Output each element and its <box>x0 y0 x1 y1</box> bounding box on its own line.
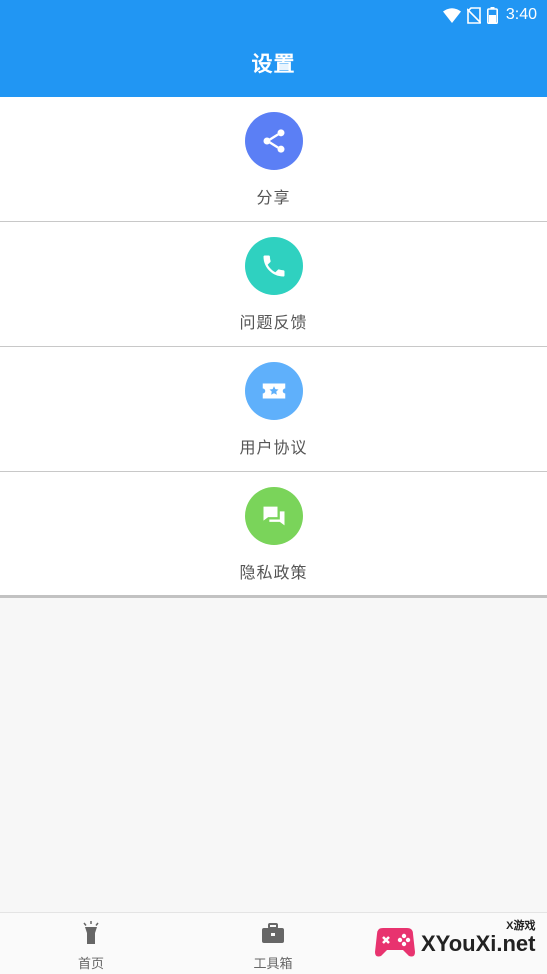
menu-item-user-agreement[interactable]: 用户协议 <box>0 347 547 472</box>
tab-toolbox[interactable]: 工具箱 <box>182 913 364 974</box>
app-bar: 3:40 设置 <box>0 0 547 97</box>
phone-icon <box>244 237 303 295</box>
wifi-icon <box>442 7 461 23</box>
tab-label: 工具箱 <box>253 957 293 972</box>
watermark-subtext: X游戏 <box>506 920 536 932</box>
no-sim-icon <box>466 6 481 24</box>
chat-icon <box>244 487 303 545</box>
watermark-text: XYouXi.net X游戏 <box>421 920 536 957</box>
share-icon <box>244 112 303 170</box>
menu-item-feedback[interactable]: 问题反馈 <box>0 222 547 347</box>
menu-item-share[interactable]: 分享 <box>0 97 547 222</box>
status-time: 3:40 <box>505 6 537 23</box>
watermark: XYouXi.net X游戏 <box>373 916 541 972</box>
menu-item-label: 用户协议 <box>239 438 308 457</box>
menu-item-label: 分享 <box>256 188 291 207</box>
menu-item-privacy-policy[interactable]: 隐私政策 <box>0 472 547 598</box>
ticket-star-icon <box>244 362 303 420</box>
flashlight-icon <box>80 921 102 949</box>
settings-menu: 分享 问题反馈 用户协议 隐私政策 <box>0 97 547 598</box>
page-title: 设置 <box>251 52 296 76</box>
gamepad-logo-icon <box>373 922 417 966</box>
battery-icon <box>486 6 498 24</box>
menu-item-label: 隐私政策 <box>239 563 308 582</box>
menu-item-label: 问题反馈 <box>239 313 308 332</box>
status-bar: 3:40 <box>442 0 547 30</box>
tab-home[interactable]: 首页 <box>0 913 182 974</box>
toolbox-icon <box>261 921 285 949</box>
tab-label: 首页 <box>77 957 104 972</box>
